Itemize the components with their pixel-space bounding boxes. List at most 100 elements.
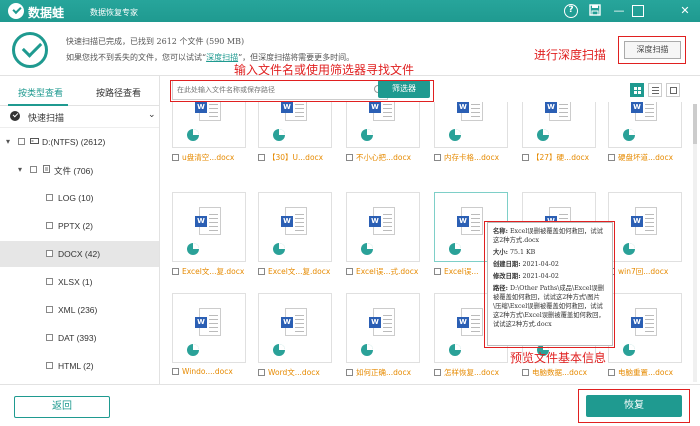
tree-item[interactable]: LOG (10) xyxy=(0,185,159,211)
scrollbar[interactable] xyxy=(693,104,697,382)
file-thumbnail[interactable]: W xyxy=(608,192,682,262)
tab-by-type[interactable]: 按类型查看 xyxy=(18,86,63,99)
tree-checkbox[interactable] xyxy=(46,334,53,341)
file-name: Word文...docx xyxy=(268,368,320,377)
close-icon[interactable]: ✕ xyxy=(678,4,692,18)
file-thumbnail[interactable]: W xyxy=(522,102,596,148)
file-checkbox[interactable] xyxy=(172,268,179,275)
deep-scan-button[interactable]: 深度扫描 xyxy=(624,41,681,59)
file-checkbox[interactable] xyxy=(172,368,179,375)
tree-checkbox[interactable] xyxy=(46,222,53,229)
file-thumbnail[interactable]: W xyxy=(346,192,420,262)
file-checkbox[interactable] xyxy=(608,154,615,161)
word-document-icon: W xyxy=(631,102,657,121)
file-tile[interactable]: W 硬盘坏道...docx xyxy=(608,102,682,164)
recover-button[interactable]: 恢复 xyxy=(586,395,682,417)
file-tile[interactable]: W 不小心把...docx xyxy=(346,102,420,164)
tree-checkbox[interactable] xyxy=(46,362,53,369)
file-thumbnail[interactable]: W xyxy=(258,102,332,148)
file-tile[interactable]: W Excel文...复.docx xyxy=(258,192,332,278)
file-thumbnail[interactable]: W xyxy=(172,192,246,262)
file-checkbox[interactable] xyxy=(522,154,529,161)
save-icon[interactable] xyxy=(588,4,602,18)
tree-item[interactable]: XLSX (1) xyxy=(0,269,159,295)
file-tile[interactable]: W Windo....docx xyxy=(172,293,246,379)
file-checkbox[interactable] xyxy=(258,268,265,275)
quick-scan-row[interactable]: 快速扫描 ⌄ xyxy=(0,106,159,128)
word-document-icon: W xyxy=(631,308,657,336)
file-tile[interactable]: W 如何正确...docx xyxy=(346,293,420,379)
file-thumbnail[interactable]: W xyxy=(172,102,246,148)
tree-item[interactable]: DAT (393) xyxy=(0,325,159,351)
tree-checkbox[interactable] xyxy=(46,250,53,257)
file-checkbox[interactable] xyxy=(522,369,529,376)
file-checkbox[interactable] xyxy=(346,154,353,161)
file-tile[interactable]: W Word文...docx xyxy=(258,293,332,379)
file-tile[interactable]: W 【30】U...docx xyxy=(258,102,332,164)
detail-view-icon xyxy=(670,87,677,94)
chevron-down-icon[interactable]: ▾ xyxy=(6,137,10,146)
word-document-icon: W xyxy=(281,207,307,235)
list-view-button[interactable] xyxy=(648,83,662,97)
back-button[interactable]: 返回 xyxy=(14,396,110,418)
tree-checkbox[interactable] xyxy=(18,138,25,145)
file-name: u盘清空...docx xyxy=(182,153,235,162)
tree-item[interactable]: XML (236) xyxy=(0,297,159,323)
file-checkbox[interactable] xyxy=(434,154,441,161)
file-checkbox[interactable] xyxy=(172,154,179,161)
tree-checkbox[interactable] xyxy=(46,194,53,201)
chevron-down-icon[interactable]: ⌄ xyxy=(148,110,156,120)
file-checkbox[interactable] xyxy=(346,268,353,275)
word-document-icon: W xyxy=(457,308,483,336)
file-checkbox[interactable] xyxy=(608,369,615,376)
file-tile[interactable]: Wu盘清空...docx xyxy=(172,102,246,164)
file-thumbnail[interactable]: W xyxy=(346,102,420,148)
file-thumbnail[interactable]: W xyxy=(172,293,246,363)
tree-item[interactable]: ▾ 文件 (706) xyxy=(0,157,159,183)
tree-item[interactable]: HTML (2) xyxy=(0,353,159,379)
file-tile[interactable]: Wwin7回...docx xyxy=(608,192,682,278)
word-document-icon: W xyxy=(369,207,395,235)
quick-scan-label: 快速扫描 xyxy=(28,114,65,124)
grid-view-button[interactable] xyxy=(630,83,644,97)
file-thumbnail[interactable]: W xyxy=(434,102,508,148)
file-name: 【30】U...docx xyxy=(268,153,324,162)
word-document-icon: W xyxy=(195,102,221,121)
minimize-icon[interactable]: — xyxy=(612,4,626,18)
file-tile[interactable]: W 内存卡格...docx xyxy=(434,102,508,164)
deep-scan-annotation: 进行深度扫描 xyxy=(534,48,607,62)
file-thumbnail[interactable]: W xyxy=(258,293,332,363)
scan-complete-icon xyxy=(12,32,48,68)
file-tile[interactable]: W Excel误...式.docx xyxy=(346,192,420,278)
tree-item[interactable]: ▾ D:(NTFS) (2612) xyxy=(0,129,159,155)
word-document-icon: W xyxy=(195,308,221,336)
file-tile[interactable]: W Excel文...复.docx xyxy=(172,192,246,278)
file-thumbnail[interactable]: W xyxy=(608,293,682,363)
detail-view-button[interactable] xyxy=(666,83,680,97)
file-tile[interactable]: W 电脑重置...docx xyxy=(608,293,682,379)
file-checkbox[interactable] xyxy=(434,369,441,376)
help-icon[interactable]: ? xyxy=(564,4,578,18)
tree-checkbox[interactable] xyxy=(46,278,53,285)
file-thumbnail[interactable]: W xyxy=(346,293,420,363)
recovery-status-icon xyxy=(623,243,635,255)
recovery-status-icon xyxy=(361,243,373,255)
file-checkbox[interactable] xyxy=(346,369,353,376)
file-thumbnail[interactable]: W xyxy=(608,102,682,148)
tree-item[interactable]: DOCX (42) xyxy=(0,241,159,267)
file-tile[interactable]: W 【27】硬...docx xyxy=(522,102,596,164)
tree-item[interactable]: PPTX (2) xyxy=(0,213,159,239)
word-document-icon: W xyxy=(545,102,571,121)
maximize-icon[interactable] xyxy=(632,5,644,17)
file-checkbox[interactable] xyxy=(258,154,265,161)
file-checkbox[interactable] xyxy=(434,268,441,275)
tree-item-label: DOCX (42) xyxy=(58,249,101,259)
tree-checkbox[interactable] xyxy=(46,306,53,313)
file-checkbox[interactable] xyxy=(258,369,265,376)
scrollbar-thumb[interactable] xyxy=(693,104,697,144)
chevron-down-icon[interactable]: ▾ xyxy=(18,165,22,174)
tab-by-path[interactable]: 按路径查看 xyxy=(96,86,141,99)
file-thumbnail[interactable]: W xyxy=(258,192,332,262)
tree-checkbox[interactable] xyxy=(30,166,37,173)
word-document-icon: W xyxy=(281,102,307,121)
